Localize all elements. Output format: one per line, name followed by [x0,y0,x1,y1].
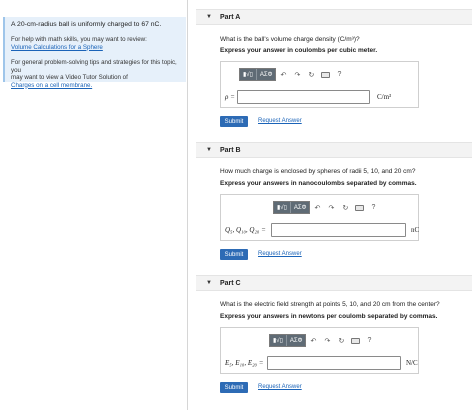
templates-button[interactable]: ▮√▯ [274,202,291,213]
symbols-button[interactable]: ΑΣΦ [257,69,276,80]
reset-icon[interactable]: ↻ [334,334,348,347]
undo-icon[interactable]: ↶ [306,334,320,347]
question-text: What is the ball's volume charge density… [220,36,360,43]
toolbar-button-group: ▮√▯ ΑΣΦ [239,68,277,81]
submit-button[interactable]: Submit [220,382,248,393]
keyboard-shape [350,337,360,344]
help-tips-text-1: For general problem-solving tips and str… [11,59,177,74]
reset-icon[interactable]: ↻ [304,68,318,81]
redo-icon[interactable]: ↷ [290,68,304,81]
help-math-text: For help with math skills, you may want … [11,36,147,43]
part-a-header[interactable]: ▼ Part A [196,9,472,25]
collapse-caret-icon: ▼ [206,14,212,20]
help-button[interactable]: ? [366,201,380,214]
unit-label: C/m³ [377,93,392,101]
math-toolbar: ▮√▯ ΑΣΦ ↶ ↷ ↻ ? [239,68,346,81]
variable-label: Q₅, Q₁₀, Q₂₀ = [225,226,266,234]
toolbar-button-group: ▮√▯ ΑΣΦ [273,201,311,214]
symbols-button[interactable]: ΑΣΦ [291,202,310,213]
instruction-text: Express your answers in newtons per coul… [220,313,438,320]
part-c-header[interactable]: ▼ Part C [196,275,472,291]
help-button[interactable]: ? [362,334,376,347]
problem-panel: A 20-cm-radius ball is uniformly charged… [0,0,188,410]
collapse-caret-icon: ▼ [206,147,212,153]
templates-button[interactable]: ▮√▯ [270,335,287,346]
toolbar-button-group: ▮√▯ ΑΣΦ [269,334,307,347]
templates-button[interactable]: ▮√▯ [240,69,257,80]
undo-icon[interactable]: ↶ [276,68,290,81]
keyboard-shape [320,71,330,78]
part-title: Part A [220,14,241,21]
symbols-button[interactable]: ΑΣΦ [287,335,306,346]
variable-label: ρ = [225,93,235,101]
instruction-text: Express your answers in nanocoulombs sep… [220,180,417,187]
request-answer-link[interactable]: Request Answer [258,118,302,124]
math-toolbar: ▮√▯ ΑΣΦ ↶ ↷ ↻ ? [273,201,380,214]
question-text: How much charge is enclosed by spheres o… [220,168,416,175]
keyboard-icon[interactable] [348,334,362,347]
unit-label: N/C [406,359,418,367]
keyboard-icon[interactable] [352,201,366,214]
video-tutor-link[interactable]: Charges on a cell membrane. [11,82,180,90]
keyboard-shape [354,204,364,211]
submit-button[interactable]: Submit [220,249,248,260]
variable-label: E₅, E₁₀, E₂₀ = [225,359,264,367]
reset-icon[interactable]: ↻ [338,201,352,214]
answer-box: ▮√▯ ΑΣΦ ↶ ↷ ↻ ? E₅, E₁₀, E₂₀ = N/C [220,327,419,374]
undo-icon[interactable]: ↶ [310,201,324,214]
submit-button[interactable]: Submit [220,116,248,127]
math-toolbar: ▮√▯ ΑΣΦ ↶ ↷ ↻ ? [269,334,376,347]
problem-statement-box: A 20-cm-radius ball is uniformly charged… [3,17,186,89]
help-tips-text-2: may want to view a Video Tutor Solution … [11,74,128,81]
collapse-caret-icon: ▼ [206,280,212,286]
unit-label: nC [411,226,420,234]
keyboard-icon[interactable] [318,68,332,81]
problem-statement: A 20-cm-radius ball is uniformly charged… [11,21,162,28]
answer-box: ▮√▯ ΑΣΦ ↶ ↷ ↻ ? Q₅, Q₁₀, Q₂₀ = nC [220,194,419,241]
request-answer-link[interactable]: Request Answer [258,251,302,257]
part-title: Part B [220,147,241,154]
help-button[interactable]: ? [332,68,346,81]
redo-icon[interactable]: ↷ [324,201,338,214]
answer-input[interactable] [237,90,370,104]
instruction-text: Express your answer in coulombs per cubi… [220,47,378,54]
answer-input[interactable] [267,356,401,370]
redo-icon[interactable]: ↷ [320,334,334,347]
part-b-header[interactable]: ▼ Part B [196,142,472,158]
volume-calculations-link[interactable]: Volume Calculations for a Sphere [11,44,180,52]
answer-input[interactable] [271,223,406,237]
part-title: Part C [220,280,241,287]
request-answer-link[interactable]: Request Answer [258,384,302,390]
answer-box: ▮√▯ ΑΣΦ ↶ ↷ ↻ ? ρ = C/m³ [220,61,419,108]
question-text: What is the electric field strength at p… [220,301,440,308]
